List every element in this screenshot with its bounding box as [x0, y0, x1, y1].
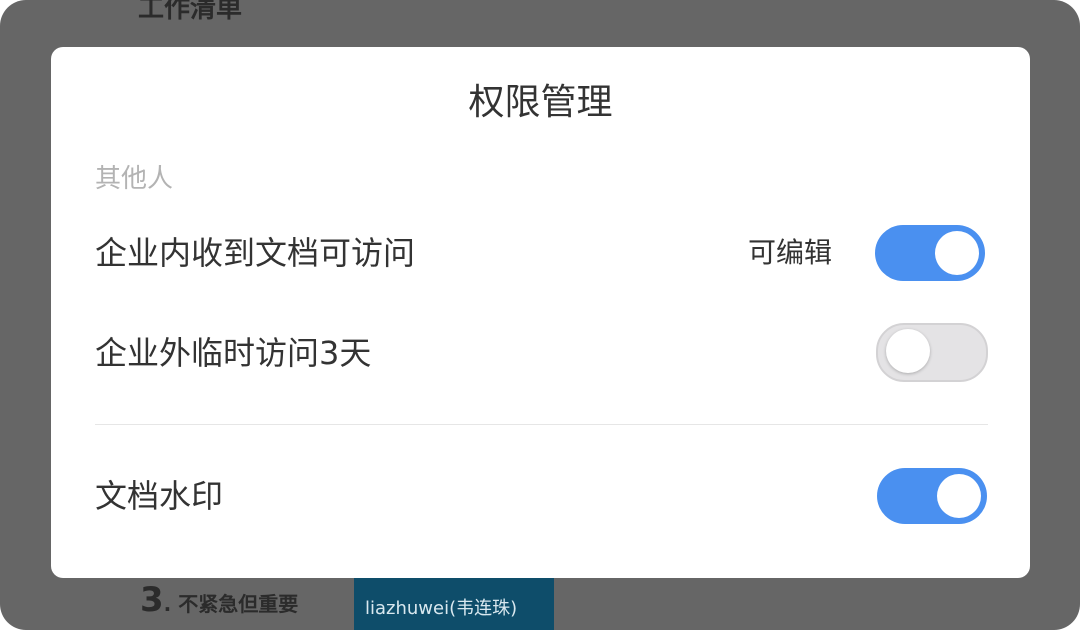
toggle-knob — [886, 329, 930, 373]
section-number: 3 — [140, 580, 164, 620]
toggle-knob — [937, 474, 981, 518]
row-label-external-temp-access: 企业外临时访问3天 — [95, 334, 372, 372]
background-page: 工作清单 3 . 不紧急但重要 liazhuwei(韦连珠) 权限管理 其他人 … — [0, 0, 1080, 630]
assignee-chip: liazhuwei(韦连珠) — [354, 578, 554, 630]
permission-level-value[interactable]: 可编辑 — [748, 234, 832, 272]
background-section-heading: 3 . 不紧急但重要 — [140, 580, 298, 620]
toggle-knob — [935, 231, 979, 275]
toggle-internal-access[interactable] — [875, 225, 985, 281]
background-heading: 工作清单 — [138, 0, 243, 24]
dialog-title: 权限管理 — [468, 82, 613, 123]
section-label-others: 其他人 — [95, 164, 174, 194]
divider — [95, 424, 988, 425]
toggle-watermark[interactable] — [877, 468, 987, 524]
toggle-external-temp-access[interactable] — [876, 323, 988, 382]
row-label-internal-access: 企业内收到文档可访问 — [95, 234, 416, 272]
row-label-watermark: 文档水印 — [95, 477, 224, 515]
section-title: . 不紧急但重要 — [163, 592, 299, 616]
permission-dialog: 权限管理 其他人 企业内收到文档可访问 可编辑 企业外临时访问3天 文档水印 — [51, 47, 1030, 578]
